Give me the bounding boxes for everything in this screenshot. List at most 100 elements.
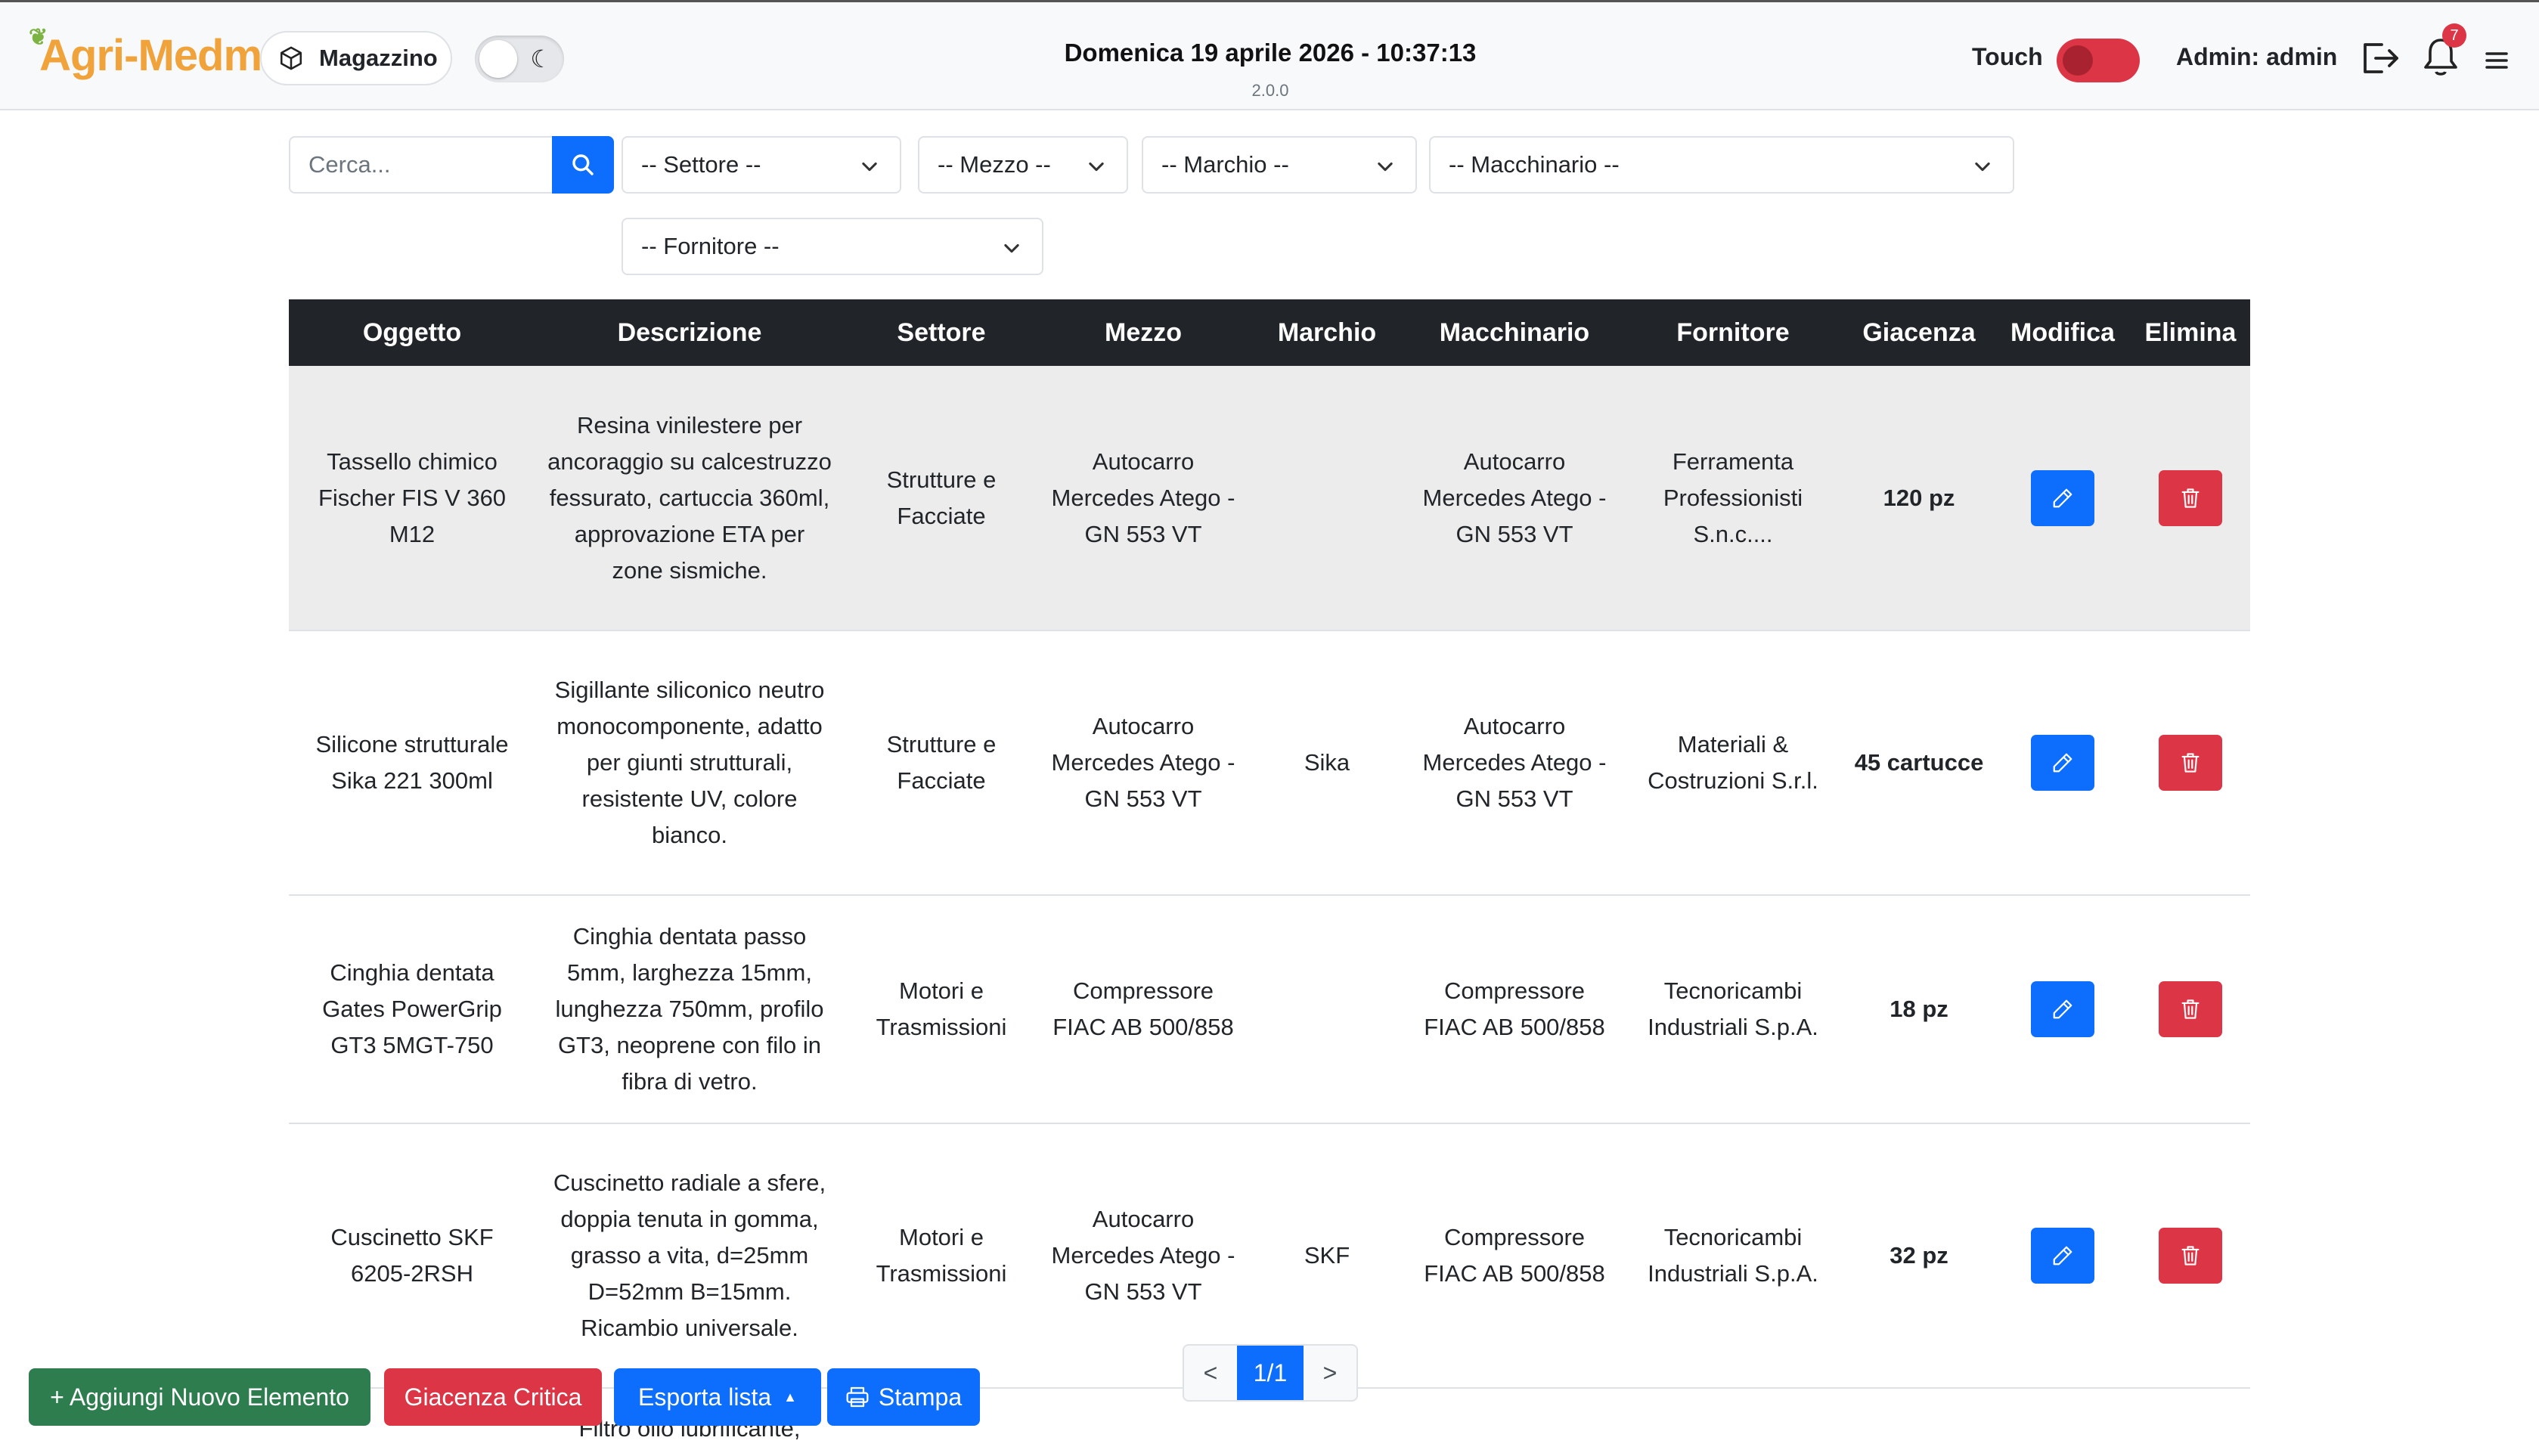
logo-text: Agri-Medma [39, 30, 286, 80]
column-header[interactable]: Settore [844, 299, 1039, 366]
trash-icon [2181, 753, 2200, 773]
cell-giacenza: 120 pz [1843, 366, 1995, 631]
pencil-icon [2053, 1246, 2072, 1265]
cell-descrizione: Sigillante siliconico neutro monocompone… [535, 630, 844, 896]
cell-settore: Motori e Trasmissioni [844, 1123, 1039, 1389]
trash-icon [2181, 999, 2200, 1019]
column-header: Modifica [1995, 299, 2131, 366]
column-header[interactable]: Giacenza [1843, 299, 1995, 366]
cell-fornitore: Tecnoricambi Industriali S.p.A. [1623, 1123, 1843, 1389]
mezzo-select[interactable]: -- Mezzo -- [918, 136, 1128, 194]
marchio-value: -- Marchio -- [1161, 151, 1289, 178]
cell-modifica [1995, 1123, 2131, 1389]
delete-button[interactable] [2159, 735, 2222, 791]
cell-elimina [2131, 366, 2250, 631]
delete-button[interactable] [2159, 981, 2222, 1037]
cell-settore: Strutture e Facciate [844, 366, 1039, 631]
cell-marchio [1248, 895, 1406, 1124]
cell-descrizione: Resina vinilestere per ancoraggio su cal… [535, 366, 844, 631]
edit-button[interactable] [2031, 1228, 2094, 1284]
module-button[interactable]: Magazzino [260, 31, 452, 85]
current-datetime: Domenica 19 aprile 2026 - 10:37:13 [1064, 39, 1477, 67]
cell-settore: Strutture e Facciate [844, 630, 1039, 896]
caret-up-icon: ▲ [783, 1389, 797, 1405]
critical-stock-button[interactable]: Giacenza Critica [384, 1368, 602, 1426]
page-current[interactable]: 1/1 [1237, 1346, 1304, 1400]
admin-user-label: Admin: admin [2176, 43, 2338, 70]
macchinario-select[interactable]: -- Macchinario -- [1429, 136, 2014, 194]
page-prev-button[interactable]: < [1184, 1346, 1237, 1400]
search-input[interactable]: Cerca... [289, 136, 552, 194]
column-header[interactable]: Fornitore [1623, 299, 1843, 366]
cell-elimina [2131, 1123, 2250, 1389]
export-list-button[interactable]: Esporta lista ▲ [614, 1368, 821, 1426]
column-header[interactable]: Oggetto [289, 299, 535, 366]
page-next-button[interactable]: > [1304, 1346, 1356, 1400]
cell-giacenza: 18 pz [1843, 895, 1995, 1124]
trash-icon [2181, 1246, 2200, 1265]
cell-macchinario: Autocarro Mercedes Atego - GN 553 VT [1406, 366, 1623, 631]
settore-select[interactable]: -- Settore -- [622, 136, 901, 194]
chevron-down-icon [862, 162, 877, 172]
table-row: Cinghia dentata Gates PowerGrip GT3 5MGT… [289, 895, 2250, 1124]
marchio-select[interactable]: -- Marchio -- [1142, 136, 1417, 194]
inventory-table: Oggetto Descrizione Settore Mezzo Marchi… [289, 299, 2250, 1389]
printer-icon [846, 1386, 869, 1408]
edit-button[interactable] [2031, 469, 2094, 526]
logout-icon[interactable] [2361, 40, 2400, 76]
column-header: Elimina [2131, 299, 2250, 366]
settore-value: -- Settore -- [641, 151, 761, 178]
cell-modifica [1995, 895, 2131, 1124]
cell-mezzo: Autocarro Mercedes Atego - GN 553 VT [1039, 630, 1248, 896]
cell-mezzo: Compressore FIAC AB 500/858 [1039, 895, 1248, 1124]
cell-modifica [1995, 630, 2131, 896]
edit-button[interactable] [2031, 981, 2094, 1037]
cell-fornitore: Materiali & Costruzioni S.r.l. [1623, 630, 1843, 896]
fornitore-value: -- Fornitore -- [641, 233, 780, 259]
search-group: Cerca... [289, 136, 614, 194]
edit-button[interactable] [2031, 735, 2094, 791]
column-header[interactable]: Descrizione [535, 299, 844, 366]
top-navbar: ❦ Agri-Medma Magazzino ☾ Domenica 19 apr… [0, 0, 2539, 110]
toggle-knob [479, 40, 517, 78]
cell-macchinario: Compressore FIAC AB 500/858 [1406, 895, 1623, 1124]
moon-icon: ☾ [530, 45, 552, 73]
delete-button[interactable] [2159, 469, 2222, 526]
cell-marchio: Sika [1248, 630, 1406, 896]
delete-button[interactable] [2159, 1228, 2222, 1284]
leaf-icon: ❦ [29, 24, 48, 50]
column-header[interactable]: Marchio [1248, 299, 1406, 366]
table-row: Tassello chimico Fischer FIS V 360 M12 R… [289, 366, 2250, 631]
add-item-button[interactable]: + Aggiungi Nuovo Elemento [29, 1368, 370, 1426]
chevron-down-icon [1378, 162, 1393, 172]
hamburger-icon[interactable] [2485, 49, 2509, 72]
column-header[interactable]: Macchinario [1406, 299, 1623, 366]
cell-modifica [1995, 366, 2131, 631]
print-label: Stampa [878, 1383, 963, 1411]
column-header[interactable]: Mezzo [1039, 299, 1248, 366]
toggle-knob [2063, 45, 2093, 76]
chevron-down-icon [1089, 162, 1104, 172]
cell-oggetto: Cinghia dentata Gates PowerGrip GT3 5MGT… [289, 895, 535, 1124]
macchinario-value: -- Macchinario -- [1449, 151, 1620, 178]
touch-toggle[interactable] [2057, 39, 2140, 82]
search-icon [572, 154, 594, 175]
chevron-down-icon [1975, 162, 1990, 172]
print-button[interactable]: Stampa [827, 1368, 980, 1426]
theme-toggle[interactable]: ☾ [475, 36, 564, 82]
cell-fornitore: Tecnoricambi Industriali S.p.A. [1623, 895, 1843, 1124]
app-version: 2.0.0 [1251, 81, 1289, 100]
cell-settore: Motori e Trasmissioni [844, 895, 1039, 1124]
cell-oggetto: Cuscinetto SKF 6205-2RSH [289, 1123, 535, 1389]
app-logo[interactable]: ❦ Agri-Medma [29, 24, 286, 85]
cell-mezzo: Autocarro Mercedes Atego - GN 553 VT [1039, 366, 1248, 631]
search-button[interactable] [552, 136, 614, 194]
cell-descrizione: Cuscinetto radiale a sfere, doppia tenut… [535, 1123, 844, 1389]
cube-icon [280, 46, 302, 70]
cell-elimina [2131, 895, 2250, 1124]
module-label: Magazzino [319, 45, 438, 71]
cell-macchinario: Autocarro Mercedes Atego - GN 553 VT [1406, 630, 1623, 896]
mezzo-value: -- Mezzo -- [938, 151, 1051, 178]
cell-descrizione: Cinghia dentata passo 5mm, larghezza 15m… [535, 895, 844, 1124]
fornitore-select[interactable]: -- Fornitore -- [622, 218, 1043, 275]
